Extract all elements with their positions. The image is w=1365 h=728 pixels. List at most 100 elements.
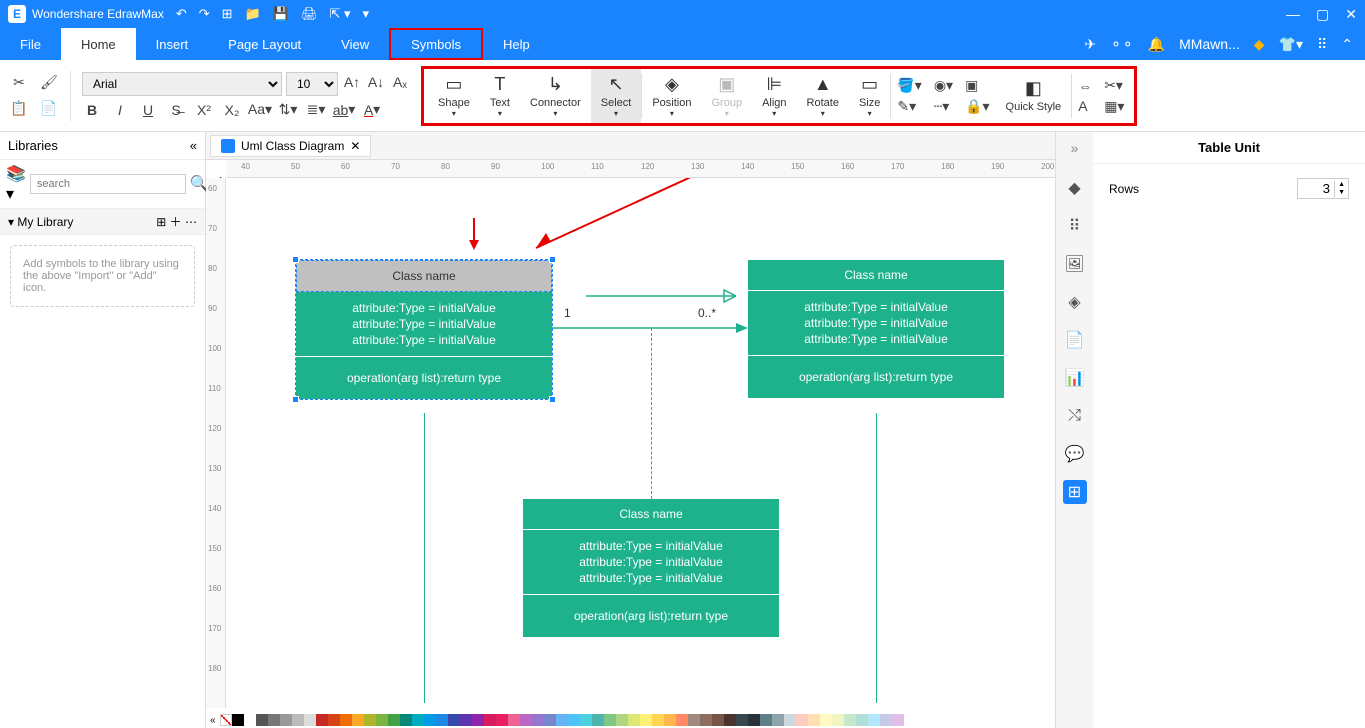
open-icon[interactable]: 📁 xyxy=(245,6,261,22)
send-icon[interactable]: ✈ xyxy=(1084,36,1096,53)
class-attrs-1[interactable]: attribute:Type = initialValueattribute:T… xyxy=(296,292,552,357)
cut-icon[interactable]: ✂ xyxy=(9,73,29,93)
position-button[interactable]: ◈Position▾ xyxy=(642,69,701,123)
menu-insert[interactable]: Insert xyxy=(136,28,209,60)
dash-icon[interactable]: ┄▾ xyxy=(934,98,953,115)
font-family-select[interactable]: Arial xyxy=(82,72,282,96)
color-swatch[interactable] xyxy=(292,714,304,726)
qat-overflow-icon[interactable]: ▾ xyxy=(362,6,369,22)
color-swatch[interactable] xyxy=(460,714,472,726)
bold-icon[interactable]: B xyxy=(82,100,102,120)
copy-icon[interactable]: 📋 xyxy=(9,99,29,119)
comment-tool-icon[interactable]: 💬 xyxy=(1063,442,1087,466)
connector-open-arrow[interactable] xyxy=(586,286,756,306)
lock-icon[interactable]: 🔒▾ xyxy=(965,98,989,115)
class-name-1[interactable]: Class name xyxy=(296,260,552,292)
color-swatch[interactable] xyxy=(364,714,376,726)
apps-icon[interactable]: ⠿ xyxy=(1317,36,1327,53)
color-swatch[interactable] xyxy=(832,714,844,726)
fill-tool-icon[interactable]: ◆ xyxy=(1063,176,1087,200)
crop-icon[interactable]: ✂▾ xyxy=(1104,77,1124,94)
superscript-icon[interactable]: X² xyxy=(194,100,214,120)
color-swatch[interactable] xyxy=(748,714,760,726)
color-swatch[interactable] xyxy=(520,714,532,726)
color-swatch[interactable] xyxy=(676,714,688,726)
color-swatch[interactable] xyxy=(244,714,256,726)
my-library-label[interactable]: ▾ My Library xyxy=(8,215,73,229)
redo-icon[interactable]: ↷ xyxy=(199,6,210,22)
color-swatch[interactable] xyxy=(844,714,856,726)
connector-line-left[interactable] xyxy=(424,413,425,703)
rotate-button[interactable]: ▲Rotate▾ xyxy=(797,69,849,123)
arrange-icon[interactable]: ▦▾ xyxy=(1104,98,1124,115)
class-name-3[interactable]: Class name xyxy=(523,499,779,530)
undo-icon[interactable]: ↶ xyxy=(176,6,187,22)
color-swatch[interactable] xyxy=(484,714,496,726)
color-swatch[interactable] xyxy=(472,714,484,726)
class-name-2[interactable]: Class name xyxy=(748,260,1004,291)
font-shrink-icon[interactable]: A↓ xyxy=(366,72,386,92)
color-swatch[interactable] xyxy=(688,714,700,726)
same-width-icon[interactable]: ⇔ xyxy=(1078,78,1092,94)
color-swatch[interactable] xyxy=(820,714,832,726)
connector-line-right[interactable] xyxy=(876,413,877,703)
color-swatch[interactable] xyxy=(880,714,892,726)
color-swatch[interactable] xyxy=(640,714,652,726)
shape-button[interactable]: ▭Shape▾ xyxy=(428,69,480,123)
color-swatch[interactable] xyxy=(700,714,712,726)
save-icon[interactable]: 💾 xyxy=(273,6,289,22)
class-op-1[interactable]: operation(arg list):return type xyxy=(296,357,552,399)
library-menu-icon[interactable]: 📚▾ xyxy=(6,164,26,204)
outline-icon[interactable]: ▣ xyxy=(965,77,989,94)
font-style-icon[interactable]: A xyxy=(1078,98,1092,114)
connector-solid-arrow[interactable] xyxy=(552,318,752,338)
font-color-icon[interactable]: A▾ xyxy=(362,100,382,120)
subscript-icon[interactable]: X₂ xyxy=(222,100,242,120)
class-op-3[interactable]: operation(arg list):return type xyxy=(523,595,779,637)
color-swatch[interactable] xyxy=(328,714,340,726)
share-icon[interactable]: ⚬⚬ xyxy=(1110,36,1133,53)
rows-down-icon[interactable]: ▼ xyxy=(1335,189,1348,197)
page-tool-icon[interactable]: 📄 xyxy=(1063,328,1087,352)
class-op-2[interactable]: operation(arg list):return type xyxy=(748,356,1004,398)
palette-toggle-icon[interactable]: « xyxy=(210,715,216,726)
menu-page-layout[interactable]: Page Layout xyxy=(208,28,321,60)
layers-tool-icon[interactable]: ◈ xyxy=(1063,290,1087,314)
color-swatch[interactable] xyxy=(508,714,520,726)
case-icon[interactable]: Aa▾ xyxy=(250,100,270,120)
uml-class-2[interactable]: Class name attribute:Type = initialValue… xyxy=(748,260,1004,398)
color-swatch[interactable] xyxy=(592,714,604,726)
menu-symbols[interactable]: Symbols xyxy=(389,28,483,60)
align-button[interactable]: ⊫Align▾ xyxy=(752,69,796,123)
close-tab-icon[interactable]: ✕ xyxy=(350,139,360,153)
theme-icon[interactable]: 👕▾ xyxy=(1279,36,1303,53)
color-swatch[interactable] xyxy=(868,714,880,726)
color-swatch[interactable] xyxy=(892,714,904,726)
library-search-input[interactable] xyxy=(30,174,186,194)
maximize-icon[interactable]: ▢ xyxy=(1316,6,1329,23)
clear-format-icon[interactable]: Aₓ xyxy=(390,72,410,92)
menu-file[interactable]: File xyxy=(0,28,61,60)
color-swatch[interactable] xyxy=(724,714,736,726)
color-swatch[interactable] xyxy=(532,714,544,726)
color-swatch[interactable] xyxy=(664,714,676,726)
color-swatch[interactable] xyxy=(652,714,664,726)
color-swatch[interactable] xyxy=(388,714,400,726)
color-swatch[interactable] xyxy=(424,714,436,726)
menu-view[interactable]: View xyxy=(321,28,389,60)
document-tab[interactable]: Uml Class Diagram ✕ xyxy=(210,135,371,157)
color-swatch[interactable] xyxy=(712,714,724,726)
uml-class-1[interactable]: Class name attribute:Type = initialValue… xyxy=(296,260,552,399)
group-button[interactable]: ▣Group▾ xyxy=(701,69,752,123)
color-swatch[interactable] xyxy=(412,714,424,726)
color-swatch[interactable] xyxy=(784,714,796,726)
close-icon[interactable]: ✕ xyxy=(1345,6,1357,23)
rows-input[interactable] xyxy=(1298,179,1334,198)
no-color-swatch[interactable] xyxy=(220,714,232,726)
color-swatch[interactable] xyxy=(580,714,592,726)
notification-icon[interactable]: 🔔 xyxy=(1148,36,1165,53)
strike-icon[interactable]: S̶ xyxy=(166,100,186,120)
color-swatch[interactable] xyxy=(616,714,628,726)
font-grow-icon[interactable]: A↑ xyxy=(342,72,362,92)
connector-button[interactable]: ↳Connector▾ xyxy=(520,69,591,123)
